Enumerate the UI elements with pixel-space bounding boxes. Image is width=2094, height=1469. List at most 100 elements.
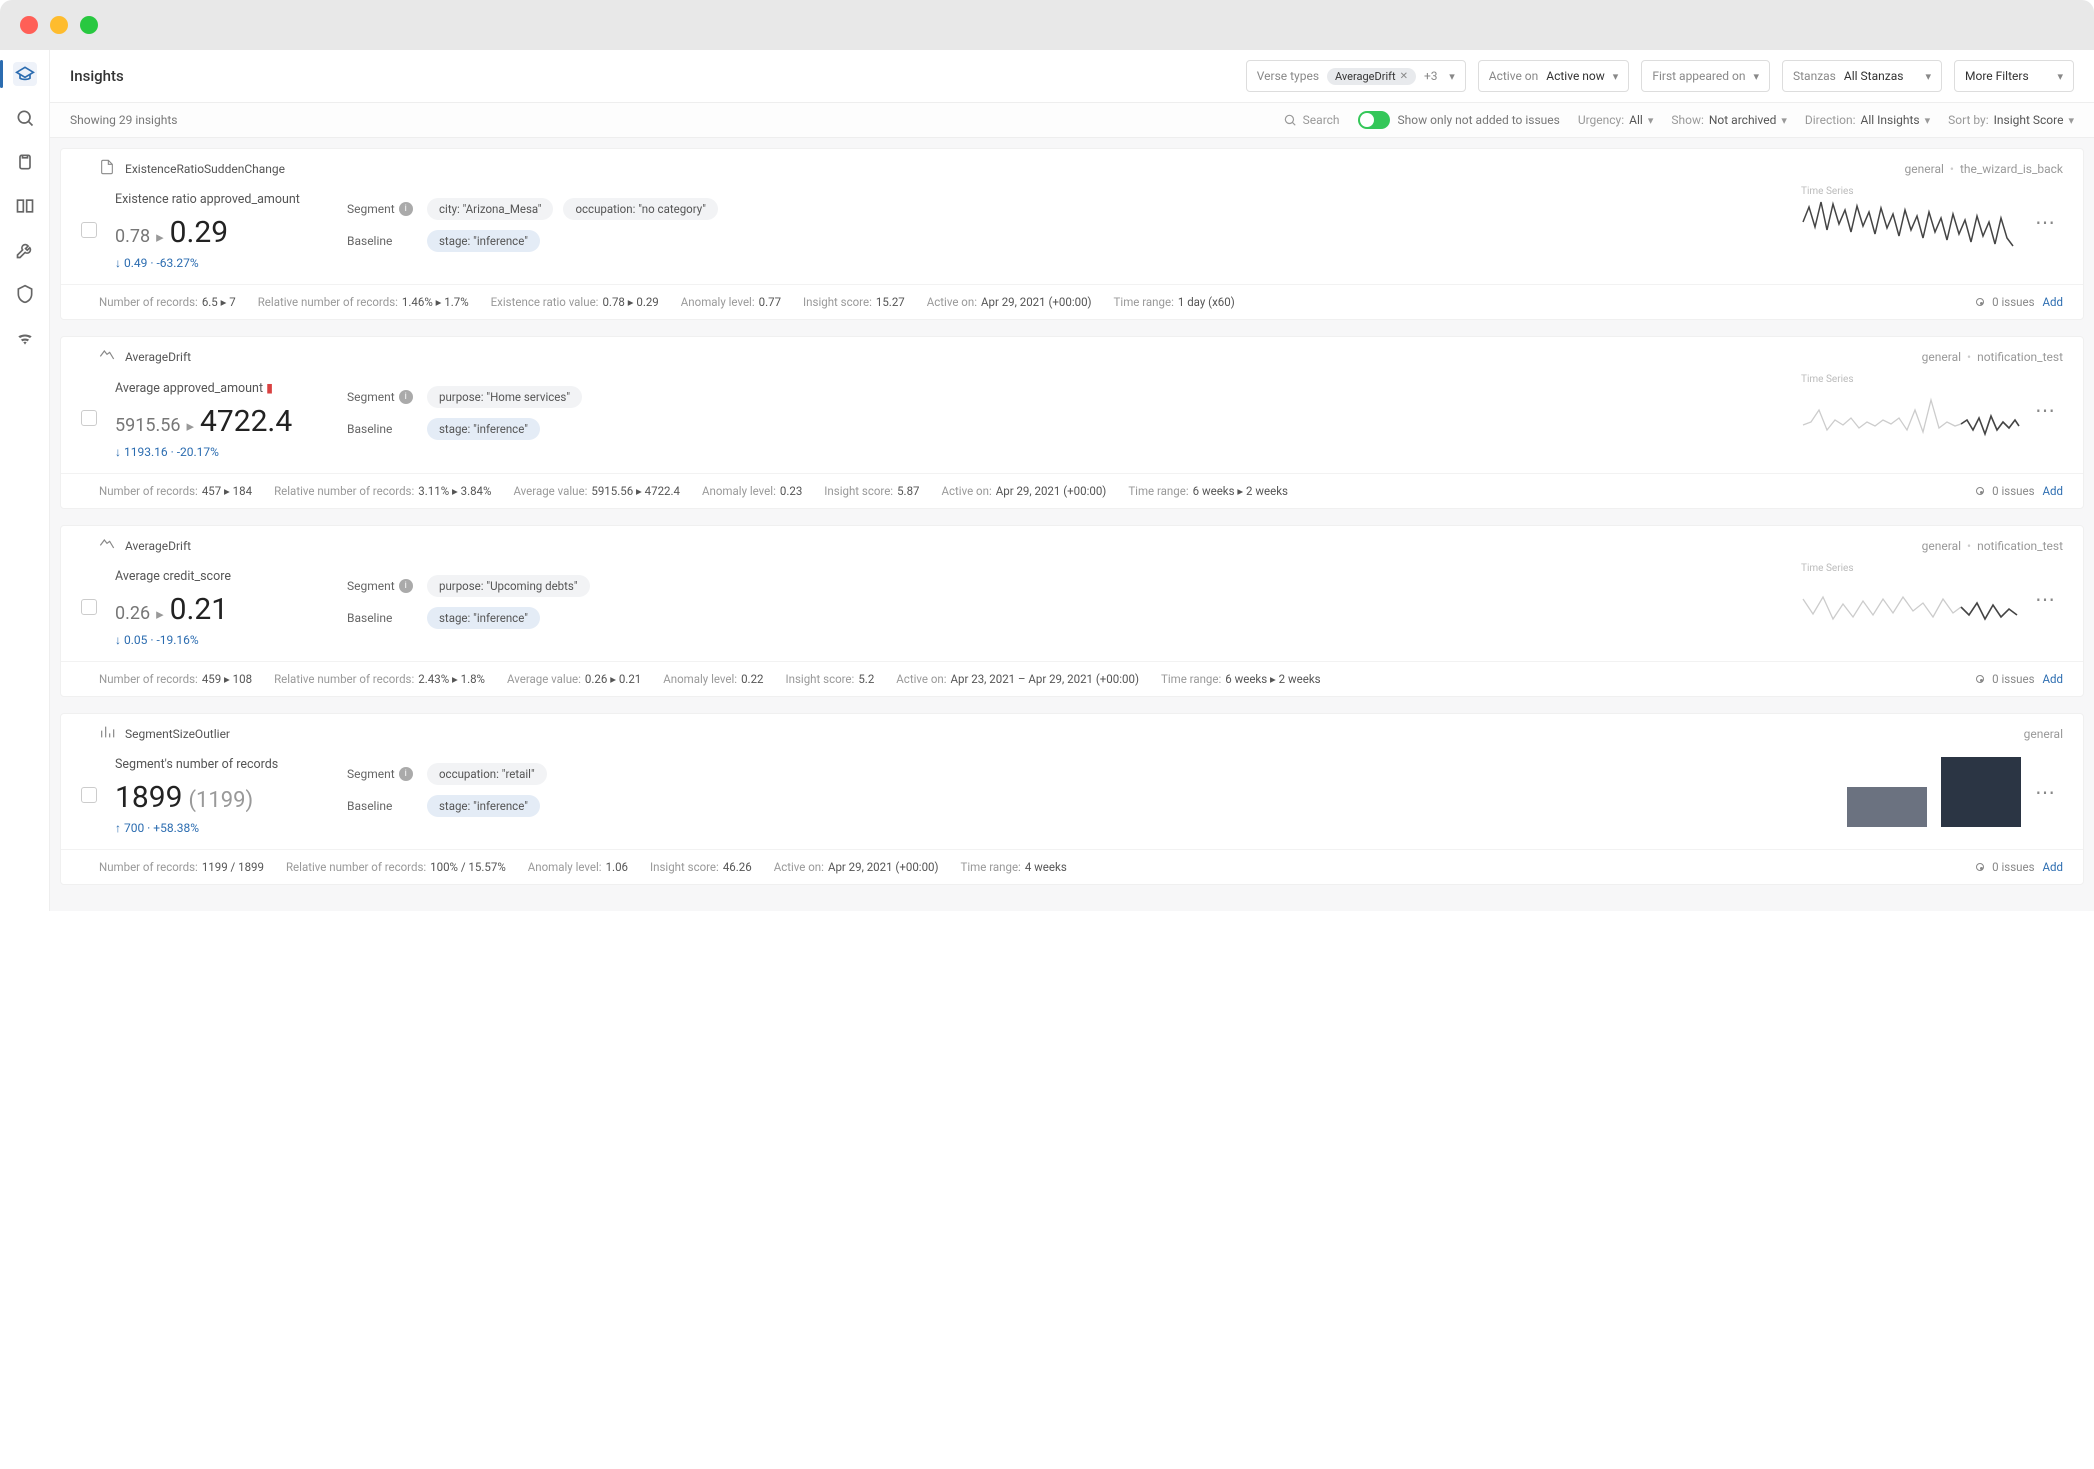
more-menu-button[interactable]: ⋯ — [2035, 780, 2057, 804]
more-menu-button[interactable]: ⋯ — [2035, 210, 2057, 234]
chevron-down-icon: ▾ — [1925, 114, 1931, 127]
baseline-label: Baseline — [347, 422, 417, 436]
insight-type: AverageDrift — [125, 350, 191, 364]
segment-label: Segment i — [347, 390, 417, 404]
baseline-tag: stage: "inference" — [427, 418, 540, 440]
maximize-window[interactable] — [80, 16, 98, 34]
stat-time-range: Time range:6 weeks ▸ 2 weeks — [1161, 672, 1321, 686]
segment-tag: occupation: "no category" — [563, 198, 717, 220]
issues-indicator-icon — [1976, 487, 1984, 495]
insights-list: ExistenceRatioSuddenChange general•the_w… — [50, 138, 2094, 911]
sidebar-item-shield[interactable] — [13, 282, 37, 306]
stat-num-records: Number of records:457 ▸ 184 — [99, 484, 252, 498]
stat-rel-num-records: Relative number of records:100% / 15.57% — [286, 860, 506, 874]
stat-time-range: Time range:6 weeks ▸ 2 weeks — [1128, 484, 1288, 498]
add-to-issue-link[interactable]: Add — [2043, 484, 2063, 498]
sidebar-item-compare[interactable] — [13, 194, 37, 218]
info-icon[interactable]: i — [399, 767, 413, 781]
insight-type-icon — [99, 159, 115, 178]
chevron-down-icon: ▾ — [1753, 70, 1759, 83]
issues-count: 0 issues — [1992, 484, 2034, 498]
sidebar-item-tools[interactable] — [13, 238, 37, 262]
issues-indicator-icon — [1976, 298, 1984, 306]
issues-count: 0 issues — [1992, 672, 2034, 686]
sidebar-item-clipboard[interactable] — [13, 150, 37, 174]
filter-direction[interactable]: Direction: All Insights ▾ — [1805, 113, 1930, 127]
sidebar-item-wifi[interactable] — [13, 326, 37, 350]
minimize-window[interactable] — [50, 16, 68, 34]
stat-anomaly: Anomaly level:0.77 — [681, 295, 781, 309]
filter-first-appeared[interactable]: First appeared on ▾ — [1641, 60, 1770, 92]
add-to-issue-link[interactable]: Add — [2043, 295, 2063, 309]
subbar: Showing 29 insights Search Show only not… — [50, 103, 2094, 138]
bar-chart — [1847, 757, 2021, 827]
insight-type: AverageDrift — [125, 539, 191, 553]
more-menu-button[interactable]: ⋯ — [2035, 398, 2057, 422]
segment-tag: city: "Arizona_Mesa" — [427, 198, 553, 220]
metric-values: 0.78▸0.29 — [115, 215, 347, 250]
segment-tag: occupation: "retail" — [427, 763, 547, 785]
filter-show[interactable]: Show: Not archived ▾ — [1671, 113, 1787, 127]
metric-delta: ↓ 1193.16 · -20.17% — [115, 445, 347, 459]
sidebar-nav — [0, 50, 50, 911]
more-menu-button[interactable]: ⋯ — [2035, 587, 2057, 611]
stat-rel-num-records: Relative number of records:3.11% ▸ 3.84% — [274, 484, 491, 498]
insight-meta: general•notification_test — [1922, 539, 2063, 553]
close-window[interactable] — [20, 16, 38, 34]
stat-rel-num-records: Relative number of records:1.46% ▸ 1.7% — [258, 295, 469, 309]
filter-verse-types[interactable]: Verse types AverageDrift✕ +3 ▾ — [1246, 60, 1466, 92]
select-checkbox[interactable] — [81, 599, 97, 615]
select-checkbox[interactable] — [81, 787, 97, 803]
topbar: Insights Verse types AverageDrift✕ +3 ▾ … — [50, 50, 2094, 103]
sidebar-item-search[interactable] — [13, 106, 37, 130]
metric-values: 0.26▸0.21 — [115, 592, 347, 627]
stat-insight-score: Insight score:15.27 — [803, 295, 905, 309]
info-icon[interactable]: i — [399, 390, 413, 404]
chevron-down-icon: ▾ — [1449, 70, 1455, 83]
sparkline-chart: Time Series — [1801, 192, 2021, 252]
sort-by[interactable]: Sort by: Insight Score ▾ — [1948, 113, 2074, 127]
filter-urgency[interactable]: Urgency: All ▾ — [1578, 113, 1654, 127]
baseline-tag: stage: "inference" — [427, 230, 540, 252]
segment-tag: purpose: "Upcoming debts" — [427, 575, 590, 597]
chevron-down-icon: ▾ — [1781, 114, 1787, 127]
insight-type-icon — [99, 347, 115, 366]
stat-insight-score: Insight score:46.26 — [650, 860, 752, 874]
filter-extra: +3 — [1424, 69, 1438, 83]
issues-indicator-icon — [1976, 863, 1984, 871]
search-button[interactable]: Search — [1283, 113, 1340, 127]
info-icon[interactable]: i — [399, 579, 413, 593]
filter-stanzas[interactable]: Stanzas All Stanzas ▾ — [1782, 60, 1942, 92]
insight-type: ExistenceRatioSuddenChange — [125, 162, 285, 176]
filter-chip: AverageDrift✕ — [1327, 68, 1416, 85]
info-icon[interactable]: i — [399, 202, 413, 216]
stat-active-on: Active on:Apr 29, 2021 (+00:00) — [774, 860, 939, 874]
stat-active-on: Active on:Apr 23, 2021 – Apr 29, 2021 (+… — [896, 672, 1139, 686]
filter-more[interactable]: More Filters ▾ — [1954, 60, 2074, 92]
stat-active-on: Active on:Apr 29, 2021 (+00:00) — [927, 295, 1092, 309]
select-checkbox[interactable] — [81, 410, 97, 426]
segment-label: Segment i — [347, 579, 417, 593]
insight-type: SegmentSizeOutlier — [125, 727, 230, 741]
select-checkbox[interactable] — [81, 222, 97, 238]
segment-label: Segment i — [347, 202, 417, 216]
sparkline-chart: Time Series — [1801, 380, 2021, 440]
baseline-label: Baseline — [347, 611, 417, 625]
toggle-label: Show only not added to issues — [1398, 113, 1560, 127]
baseline-tag: stage: "inference" — [427, 607, 540, 629]
stat-anomaly: Anomaly level:1.06 — [528, 860, 628, 874]
toggle-not-added-to-issues[interactable] — [1358, 111, 1390, 129]
metric-delta: ↑ 700 · +58.38% — [115, 821, 347, 835]
filter-label: Verse types — [1257, 69, 1319, 83]
stat-num-records: Number of records:6.5 ▸ 7 — [99, 295, 236, 309]
add-to-issue-link[interactable]: Add — [2043, 672, 2063, 686]
insight-card: AverageDrift general•notification_test A… — [60, 336, 2084, 509]
filter-active-on[interactable]: Active on Active now ▾ — [1478, 60, 1630, 92]
issues-count: 0 issues — [1992, 295, 2034, 309]
page-title: Insights — [70, 67, 124, 85]
results-count: Showing 29 insights — [70, 113, 177, 127]
metric-values: 5915.56▸4722.4 — [115, 404, 347, 439]
sidebar-item-insights[interactable] — [13, 62, 37, 86]
chevron-down-icon: ▾ — [1613, 70, 1619, 83]
add-to-issue-link[interactable]: Add — [2043, 860, 2063, 874]
